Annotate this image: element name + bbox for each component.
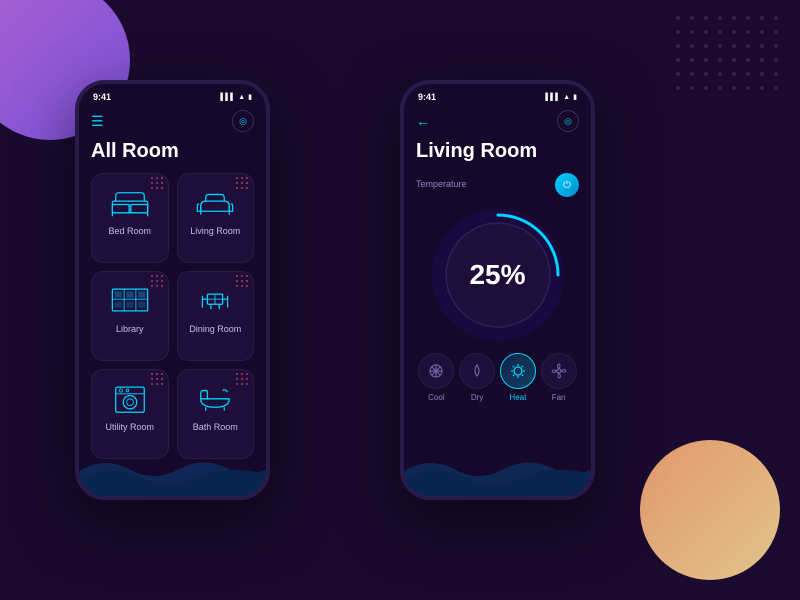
fan-icon <box>541 353 577 389</box>
menu-icon-left[interactable]: ☰ <box>91 113 104 130</box>
back-icon-right[interactable]: ← <box>416 113 430 129</box>
phone-right: 9:41 ▌▌▌ ▲ ▮ ← ◎ Living Room Temperature… <box>400 80 595 500</box>
status-icons-left: ▌▌▌ ▲ ▮ <box>220 93 252 101</box>
signal-icon-right: ▌▌▌ <box>545 94 560 101</box>
wifi-icon-left: ▲ <box>238 94 245 101</box>
battery-icon-right: ▮ <box>573 93 577 101</box>
status-time-left: 9:41 <box>93 92 111 102</box>
status-time-right: 9:41 <box>418 92 436 102</box>
control-dry[interactable]: Dry <box>459 353 495 402</box>
phone-right-content: ← ◎ Living Room Temperature ⏻ 25% <box>404 106 591 496</box>
utilityroom-label: Utility Room <box>105 422 154 432</box>
room-card-diningroom[interactable]: Dining Room <box>177 271 255 361</box>
library-label: Library <box>116 324 144 334</box>
page-title-left: All Room <box>91 140 254 163</box>
wifi-icon-right: ▲ <box>563 94 570 101</box>
controls-row: Cool Dry <box>416 353 579 402</box>
room-grid: Bed Room <box>91 173 254 459</box>
utilityroom-icon <box>106 380 154 416</box>
bathroom-icon <box>191 380 239 416</box>
status-icons-right: ▌▌▌ ▲ ▮ <box>545 93 577 101</box>
diningroom-label: Dining Room <box>189 324 241 334</box>
signal-icon-left: ▌▌▌ <box>220 94 235 101</box>
room-card-bedroom[interactable]: Bed Room <box>91 173 169 263</box>
livingroom-label: Living Room <box>190 226 240 236</box>
section-label: Temperature <box>416 179 467 189</box>
phone-left-notch <box>138 84 208 102</box>
fan-label: Fan <box>552 393 566 402</box>
phone-left: 9:41 ▌▌▌ ▲ ▮ ☰ ◎ All Room <box>75 80 270 500</box>
wave-bottom-left <box>79 441 270 496</box>
bg-decoration-peach <box>640 440 780 580</box>
temp-value: 25% <box>469 259 525 291</box>
diningroom-icon <box>191 282 239 318</box>
cool-icon <box>418 353 454 389</box>
heat-icon <box>500 353 536 389</box>
dry-label: Dry <box>471 393 483 402</box>
dry-icon <box>459 353 495 389</box>
phone-right-notch <box>463 84 533 102</box>
control-cool[interactable]: Cool <box>418 353 454 402</box>
heat-label: Heat <box>509 393 526 402</box>
control-heat[interactable]: Heat <box>500 353 536 402</box>
livingroom-icon <box>191 184 239 220</box>
bg-dots-top: // dots rendered via SVG inline <box>670 10 790 110</box>
bathroom-label: Bath Room <box>193 422 238 432</box>
temp-dial-container: 25% <box>416 205 579 345</box>
phone-left-header: ☰ ◎ <box>91 110 254 132</box>
control-fan[interactable]: Fan <box>541 353 577 402</box>
phone-right-header: ← ◎ <box>416 110 579 132</box>
location-icon-left[interactable]: ◎ <box>232 110 254 132</box>
bedroom-icon <box>106 184 154 220</box>
power-button[interactable]: ⏻ <box>555 173 579 197</box>
page-title-right: Living Room <box>416 140 579 163</box>
phone-left-content: ☰ ◎ All Room <box>79 106 266 496</box>
library-icon <box>106 282 154 318</box>
room-card-livingroom[interactable]: Living Room <box>177 173 255 263</box>
location-icon-right[interactable]: ◎ <box>557 110 579 132</box>
room-card-library[interactable]: Library <box>91 271 169 361</box>
cool-label: Cool <box>428 393 444 402</box>
battery-icon-left: ▮ <box>248 93 252 101</box>
wave-bottom-right <box>404 441 595 496</box>
bedroom-label: Bed Room <box>108 226 151 236</box>
temp-dial[interactable]: 25% <box>428 205 568 345</box>
